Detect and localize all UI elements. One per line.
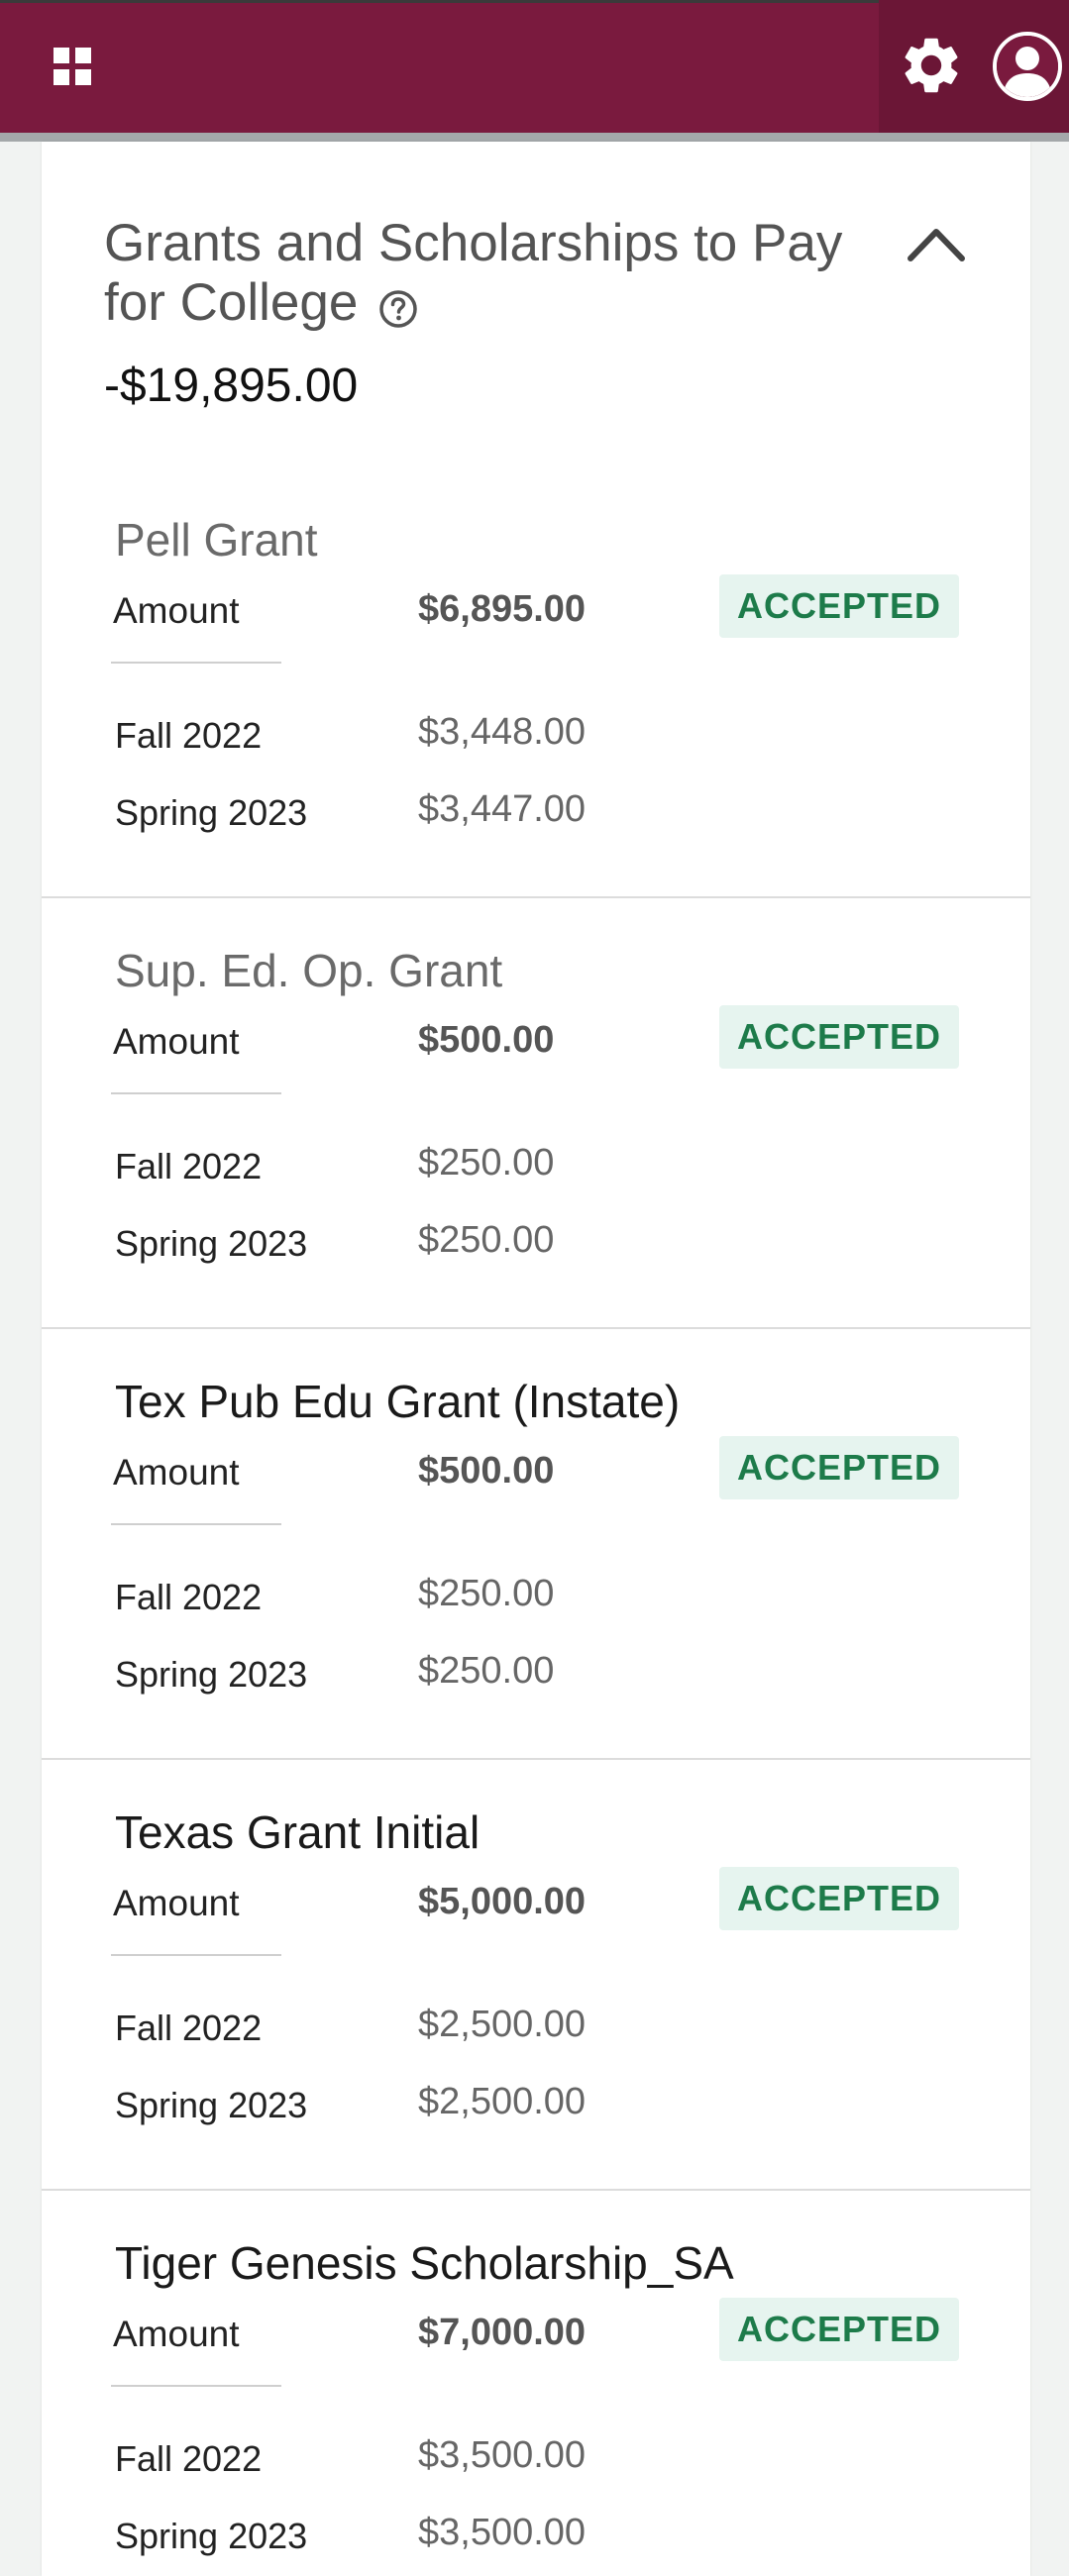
term-value: $2,500.00 [418,2081,587,2122]
award-item: Texas Grant Initial Amount $5,000.00 ACC… [42,1760,1030,2191]
amount-value: $500.00 [418,1450,555,1492]
award-name: Texas Grant Initial [115,1806,481,1858]
amount-value: $5,000.00 [418,1881,587,1922]
amount-label: Amount [113,2314,240,2354]
term-value: $3,447.00 [418,788,587,830]
section-title-text: Grants and Scholarships to Pay for Colle… [104,214,843,332]
amount-label: Amount [113,1021,240,1062]
amount-value: $6,895.00 [418,588,587,630]
amount-value: $7,000.00 [418,2312,587,2353]
chevron-up-icon[interactable] [906,224,967,263]
term-value: $250.00 [418,1573,555,1614]
term-label: Fall 2022 [115,2008,263,2048]
section-total: -$19,895.00 [104,360,359,412]
amount-label: Amount [113,590,240,631]
award-item: Sup. Ed. Op. Grant Amount $500.00 ACCEPT… [42,898,1030,1329]
divider [111,1954,281,1956]
term-value: $2,500.00 [418,2004,587,2045]
divider [111,1523,281,1525]
award-name: Tex Pub Edu Grant (Instate) [115,1376,681,1427]
term-value: $3,500.00 [418,2512,587,2553]
term-label: Spring 2023 [115,792,308,833]
term-label: Spring 2023 [115,2516,308,2556]
term-label: Spring 2023 [115,1223,308,1264]
amount-label: Amount [113,1883,240,1923]
amount-value: $500.00 [418,1019,555,1061]
gear-icon[interactable] [898,32,965,99]
term-label: Fall 2022 [115,715,263,756]
status-badge: ACCEPTED [719,574,959,638]
award-name: Tiger Genesis Scholarship_SA [115,2237,734,2289]
term-value: $250.00 [418,1650,555,1692]
award-name: Sup. Ed. Op. Grant [115,945,503,996]
term-label: Spring 2023 [115,2085,308,2125]
grid-apps-icon[interactable] [50,44,95,89]
award-name: Pell Grant [115,514,318,566]
status-badge: ACCEPTED [719,1005,959,1069]
term-value: $3,448.00 [418,711,587,753]
divider [111,1092,281,1094]
divider [111,2385,281,2387]
term-label: Fall 2022 [115,2438,263,2479]
status-badge: ACCEPTED [719,2298,959,2361]
header-shadow [0,133,1069,142]
term-label: Fall 2022 [115,1577,263,1617]
term-value: $250.00 [418,1219,555,1261]
term-label: Spring 2023 [115,1654,308,1695]
term-label: Fall 2022 [115,1146,263,1186]
term-value: $3,500.00 [418,2434,587,2476]
term-value: $250.00 [418,1142,555,1184]
divider [111,662,281,664]
user-avatar-icon[interactable] [993,32,1062,101]
award-item: Tex Pub Edu Grant (Instate) Amount $500.… [42,1329,1030,1760]
question-circle-icon[interactable] [378,282,418,328]
award-item: Tiger Genesis Scholarship_SA Amount $7,0… [42,2191,1030,2576]
amount-label: Amount [113,1452,240,1493]
award-item: Pell Grant Amount $6,895.00 ACCEPTED Fal… [42,467,1030,898]
status-badge: ACCEPTED [719,1867,959,1930]
status-badge: ACCEPTED [719,1436,959,1499]
section-title: Grants and Scholarships to Pay for Colle… [104,214,897,333]
